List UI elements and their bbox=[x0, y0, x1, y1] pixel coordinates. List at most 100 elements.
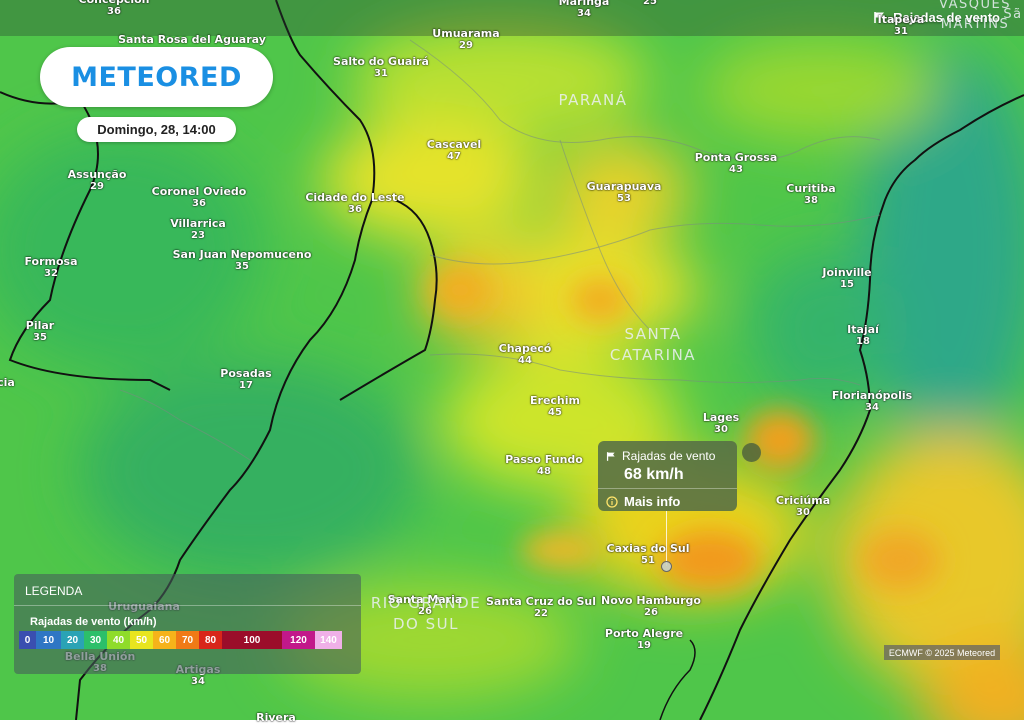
city-name: Salto do Guairá bbox=[333, 55, 429, 68]
city-label[interactable]: Pilar 35 bbox=[26, 320, 54, 344]
city-label[interactable]: Assunção 29 bbox=[68, 169, 127, 193]
city-name: Erechim bbox=[530, 394, 580, 407]
city-name: Itapeva bbox=[877, 13, 925, 26]
city-name: Chapecó bbox=[498, 342, 552, 355]
city-label[interactable]: Maringá 34 bbox=[559, 0, 610, 20]
city-label[interactable]: Caxias do Sul 51 bbox=[607, 543, 690, 567]
legend-color-scale: 0 10 20 30 40 50 60 70 80 100 120 140 bbox=[19, 631, 342, 649]
city-label[interactable]: Criciúma 30 bbox=[776, 495, 830, 519]
city-label[interactable]: Joinville 15 bbox=[822, 267, 871, 291]
city-name: Maringá bbox=[558, 0, 610, 8]
gust-value: 31 bbox=[374, 68, 388, 79]
city-name: Porto Alegre bbox=[604, 627, 684, 640]
tooltip-stem bbox=[666, 511, 667, 566]
gust-value: 26 bbox=[644, 607, 658, 618]
gust-value: 23 bbox=[191, 230, 205, 241]
location-pin[interactable] bbox=[661, 561, 672, 572]
gust-value: 51 bbox=[641, 555, 655, 566]
gust-value: 18 bbox=[856, 336, 870, 347]
gust-value: 15 bbox=[840, 279, 854, 290]
info-icon bbox=[606, 495, 618, 508]
legend-stop: 120 bbox=[282, 631, 315, 649]
city-name: Caxias do Sul bbox=[606, 542, 690, 555]
city-label[interactable]: Guarapuava 53 bbox=[587, 181, 662, 205]
city-label[interactable]: Porto Alegre 19 bbox=[605, 628, 683, 652]
region-label: PARANÁ bbox=[558, 91, 628, 109]
city-name: Santa Rosa del Aguaray bbox=[118, 33, 266, 46]
cropped-label: Sã bbox=[1003, 7, 1023, 22]
city-name: Formosa bbox=[24, 255, 78, 268]
city-label[interactable]: Santa Rosa del Aguaray bbox=[118, 34, 266, 46]
city-label[interactable]: Formosa 32 bbox=[24, 256, 77, 280]
city-label[interactable]: San Juan Nepomuceno 35 bbox=[173, 249, 312, 273]
city-label[interactable]: Santa Cruz do Sul 22 bbox=[486, 596, 596, 620]
tooltip-title-text: Rajadas de vento bbox=[622, 449, 716, 463]
gust-value: 29 bbox=[90, 181, 104, 192]
gust-value: 25 bbox=[643, 0, 657, 7]
legend-title: LEGENDA bbox=[25, 584, 83, 598]
city-label[interactable]: Coronel Oviedo 36 bbox=[152, 186, 247, 210]
gust-value: 22 bbox=[534, 608, 548, 619]
city-label[interactable]: cia bbox=[0, 377, 15, 389]
city-name: Curitiba bbox=[786, 182, 836, 195]
city-name: Criciúma bbox=[775, 494, 831, 507]
city-name: Villarrica bbox=[170, 217, 226, 230]
gust-value: 35 bbox=[235, 261, 249, 272]
city-label[interactable]: 25 bbox=[643, 0, 657, 8]
legend-stop: 40 bbox=[107, 631, 130, 649]
tooltip-value: 68 km/h bbox=[624, 466, 684, 483]
city-label[interactable]: Itapeva 31 bbox=[878, 14, 925, 38]
more-info-link[interactable]: Mais info bbox=[606, 494, 680, 509]
city-label[interactable]: Salto do Guairá 31 bbox=[333, 56, 429, 80]
city-label[interactable]: Erechim 45 bbox=[530, 395, 580, 419]
legend-stop: 20 bbox=[61, 631, 84, 649]
wind-gust-tooltip[interactable]: Rajadas de vento 68 km/h Mais info bbox=[598, 441, 737, 511]
city-label[interactable]: Florianópolis 34 bbox=[832, 390, 912, 414]
city-name: cia bbox=[0, 376, 15, 389]
gust-value: 48 bbox=[537, 466, 551, 477]
legend-panel[interactable]: LEGENDA Rajadas de vento (km/h) 0 10 20 30 4… bbox=[14, 574, 361, 674]
city-label[interactable]: Rivera bbox=[256, 712, 296, 724]
gust-value: 19 bbox=[637, 640, 651, 651]
forecast-timestamp[interactable]: Domingo, 28, 14:00 bbox=[77, 117, 236, 142]
city-label[interactable]: Curitiba 38 bbox=[786, 183, 835, 207]
city-label[interactable]: Novo Hamburgo 26 bbox=[601, 595, 701, 619]
city-label[interactable]: Itajaí 18 bbox=[847, 324, 879, 348]
gust-value: 36 bbox=[348, 204, 362, 215]
city-label[interactable]: Cidade do Leste 36 bbox=[305, 192, 404, 216]
gust-value: 34 bbox=[865, 402, 879, 413]
city-label[interactable]: Chapecó 44 bbox=[499, 343, 552, 367]
legend-divider bbox=[14, 605, 361, 606]
city-label[interactable]: Posadas 17 bbox=[220, 368, 271, 392]
legend-stop: 50 bbox=[130, 631, 153, 649]
city-name: Ponta Grossa bbox=[694, 151, 778, 164]
gust-value: 34 bbox=[191, 676, 205, 687]
meteored-logo[interactable]: METEORED bbox=[40, 47, 273, 107]
gust-value: 34 bbox=[577, 8, 591, 19]
city-label[interactable]: Passo Fundo 48 bbox=[505, 454, 583, 478]
city-name: Coronel Oviedo bbox=[151, 185, 247, 198]
legend-stop: 30 bbox=[84, 631, 107, 649]
legend-stop: 100 bbox=[222, 631, 282, 649]
tooltip-close-dot[interactable] bbox=[742, 443, 761, 462]
city-label[interactable]: Concepción36 bbox=[79, 0, 150, 18]
region-label: SANTA CATARINA bbox=[609, 325, 697, 364]
city-name: Cidade do Leste bbox=[305, 191, 405, 204]
city-name: Umuarama bbox=[432, 27, 500, 40]
city-name: Santa Cruz do Sul bbox=[485, 595, 597, 608]
gust-value: 30 bbox=[714, 424, 728, 435]
city-label[interactable]: Ponta Grossa 43 bbox=[695, 152, 778, 176]
city-label[interactable]: Cascavel 47 bbox=[427, 139, 481, 163]
city-label[interactable]: Villarrica 23 bbox=[170, 218, 226, 242]
legend-stop: 0 bbox=[19, 631, 36, 649]
city-name: Assunção bbox=[67, 168, 127, 181]
city-label[interactable]: Umuarama 29 bbox=[432, 28, 499, 52]
gust-value: 17 bbox=[239, 380, 253, 391]
gust-value: 35 bbox=[33, 332, 47, 343]
gust-value: 38 bbox=[804, 195, 818, 206]
city-name: Novo Hamburgo bbox=[601, 594, 701, 607]
city-name: Joinville bbox=[822, 266, 872, 279]
legend-stop: 70 bbox=[176, 631, 199, 649]
city-name: Itajaí bbox=[847, 323, 879, 336]
city-label[interactable]: Lages 30 bbox=[703, 412, 739, 436]
